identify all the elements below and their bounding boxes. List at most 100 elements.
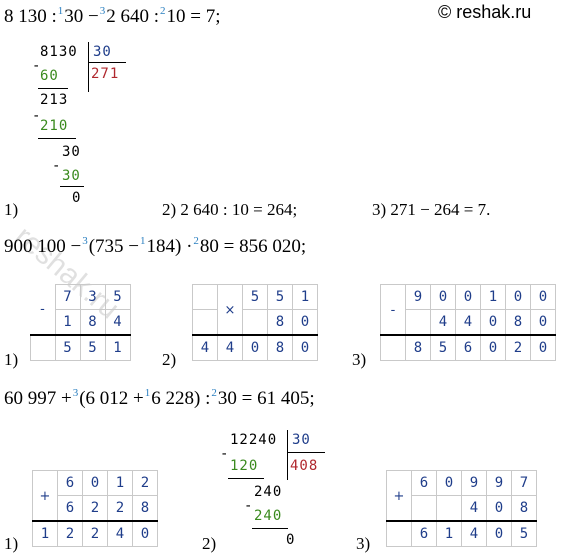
eq-part: 60 997 + [4, 388, 72, 409]
step-2: 2) 2 640 : 10 = 264; [162, 200, 298, 219]
digit-cell: 0 [430, 284, 456, 310]
digit-cell: 1 [480, 284, 506, 310]
result-cell: 4 [192, 334, 218, 361]
result-cell: 0 [292, 334, 318, 361]
eq-part: 2 640 : [106, 6, 160, 27]
digit-cell: 2 [107, 495, 133, 522]
result-cell: 0 [480, 334, 506, 361]
plus-sign: + [39, 488, 51, 504]
quotient: 271 [91, 66, 120, 82]
result-cell: 2 [57, 520, 83, 547]
minus-sign: - [390, 302, 396, 318]
eq-part: 80 = 856 020; [199, 236, 307, 257]
step-label: 3) [352, 350, 367, 369]
digit-cell: 0 [480, 309, 506, 336]
digit-cell: 0 [292, 309, 318, 336]
remainder: 213 [40, 92, 69, 108]
eq-part: (6 012 + [79, 388, 144, 409]
digit-cell: 9 [486, 470, 512, 496]
order-mark: 2 [193, 235, 199, 247]
result-cell: 0 [530, 334, 556, 361]
digit-cell: 0 [530, 309, 556, 336]
result-cell: 8 [267, 334, 293, 361]
digit-cell: 1 [292, 284, 318, 310]
result-cell: 1 [32, 520, 58, 547]
subtraction-grid-1: - 7 3 5 1 8 4 5 5 1 [30, 284, 131, 361]
digit-cell: 6 [411, 470, 437, 496]
eq-part: 6 228) : [151, 388, 211, 409]
problem1-equation: 8 130 :130 −32 640 :210 = 7; [4, 5, 221, 30]
step-label: 1) [4, 534, 19, 553]
digit-cell: 1 [54, 309, 81, 336]
order-mark: 2 [160, 5, 166, 17]
digit-cell: 2 [82, 495, 108, 522]
addition-grid-1: + 6 0 1 2 6 2 2 8 1 2 2 4 0 [32, 470, 158, 547]
result-cell: 6 [455, 334, 481, 361]
eq-part: 10 = 7; [166, 6, 221, 27]
digit-cell: 0 [455, 284, 481, 310]
digit-cell: 4 [430, 309, 456, 336]
eq-part: 8 130 : [4, 6, 57, 27]
digit-cell: 5 [242, 284, 268, 310]
result-cell: 5 [79, 334, 106, 361]
digit-cell: 4 [461, 495, 487, 522]
step-label: 3) [356, 534, 371, 553]
order-mark: 3 [82, 235, 88, 247]
eq-part: 30 = 61 405; [217, 388, 315, 409]
minus-sign: - [52, 158, 62, 174]
result-cell: 0 [132, 520, 158, 547]
subtrahend: 30 [62, 168, 81, 184]
minus-sign: - [220, 446, 230, 462]
eq-part: 900 100 − [4, 236, 82, 257]
minus-sign: - [244, 498, 254, 514]
digit-cell: 0 [436, 470, 462, 496]
remainder: 240 [254, 484, 283, 500]
subtrahend: 210 [40, 118, 69, 134]
result-cell: 4 [461, 520, 487, 547]
dividend: 12240 [230, 432, 278, 448]
digit-cell: 5 [104, 284, 131, 310]
digit-cell: 0 [82, 470, 108, 496]
subtrahend: 60 [40, 68, 59, 84]
step-3: 3) 271 − 264 = 7. [372, 200, 491, 219]
remainder: 0 [72, 190, 82, 206]
digit-cell: 8 [267, 309, 293, 336]
result-cell: 8 [405, 334, 431, 361]
divisor: 30 [93, 44, 112, 60]
digit-cell: 6 [57, 470, 83, 496]
digit-cell: 5 [267, 284, 293, 310]
quotient: 408 [290, 458, 319, 474]
dividend: 8130 [40, 44, 78, 60]
order-mark: 2 [211, 387, 217, 399]
subtrahend: 120 [230, 458, 259, 474]
addition-grid-2: + 6 0 9 9 7 4 0 8 6 1 4 0 5 [386, 470, 537, 547]
step-label: 2) [202, 534, 217, 553]
eq-part: 30 − [64, 6, 99, 27]
order-mark: 1 [140, 235, 146, 247]
result-cell: 5 [54, 334, 81, 361]
plus-sign: + [393, 488, 405, 504]
digit-cell: 7 [54, 284, 81, 310]
digit-cell: 8 [505, 309, 531, 336]
remainder: 0 [286, 532, 296, 548]
digit-cell: 7 [511, 470, 537, 496]
digit-cell: 0 [530, 284, 556, 310]
step-label: 1) [4, 350, 19, 369]
brand-label[interactable]: © reshak.ru [438, 2, 531, 23]
times-sign: × [224, 302, 236, 318]
digit-cell: 8 [511, 495, 537, 522]
digit-cell: 8 [132, 495, 158, 522]
digit-cell: 6 [57, 495, 83, 522]
result-cell: 0 [242, 334, 268, 361]
order-mark: 3 [72, 387, 79, 399]
result-cell: 4 [107, 520, 133, 547]
digit-cell: 9 [461, 470, 487, 496]
digit-cell [436, 495, 462, 522]
digit-cell: 2 [132, 470, 158, 496]
digit-cell: 1 [107, 470, 133, 496]
problem3-equation: 60 997 +3(6 012 +16 228) :230 = 61 405; [4, 387, 315, 412]
digit-cell: 4 [104, 309, 131, 336]
remainder: 30 [62, 144, 81, 160]
order-mark: 3 [99, 5, 106, 17]
result-cell: 2 [505, 334, 531, 361]
